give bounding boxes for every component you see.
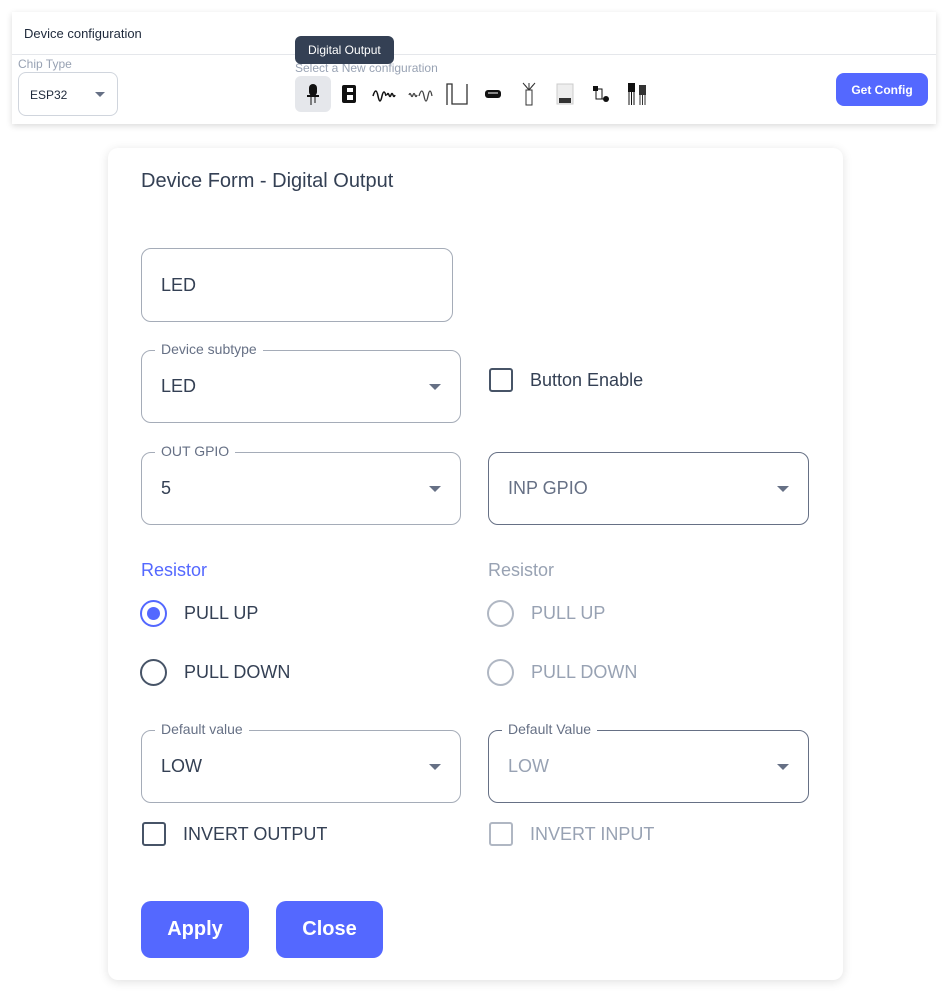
radio-label: PULL DOWN xyxy=(531,662,638,682)
chevron-down-icon xyxy=(777,763,789,770)
chevron-down-icon xyxy=(777,485,789,492)
default-value-select[interactable]: Default value LOW xyxy=(141,721,461,803)
chevron-down-icon xyxy=(429,485,441,492)
antenna-icon[interactable] xyxy=(511,76,547,112)
out-gpio-value: 5 xyxy=(161,478,172,498)
device-name-value: LED xyxy=(161,274,197,295)
radio-label: PULL UP xyxy=(531,603,606,623)
config-icons xyxy=(295,76,655,112)
relay-icon[interactable] xyxy=(331,76,367,112)
pwm-wave-icon[interactable] xyxy=(403,76,439,112)
chevron-down-icon xyxy=(429,383,441,390)
get-config-button[interactable]: Get Config xyxy=(836,73,928,106)
resistor-label-input: Resistor xyxy=(488,560,555,580)
device-subtype-label: Device subtype xyxy=(155,341,263,357)
invert-input-label: INVERT INPUT xyxy=(530,823,655,844)
invert-input-checkbox[interactable]: INVERT INPUT xyxy=(489,822,654,846)
radio-icon xyxy=(140,659,167,686)
button-enable-label: Button Enable xyxy=(530,369,644,390)
radio-label: PULL DOWN xyxy=(184,662,291,682)
out-gpio-select[interactable]: OUT GPIO 5 xyxy=(141,443,461,525)
checkbox-icon xyxy=(142,822,166,846)
radio-icon xyxy=(487,600,514,627)
radio-pull-up-input[interactable]: PULL UP xyxy=(487,600,605,627)
tooltip: Digital Output xyxy=(295,36,394,64)
radio-checked-icon xyxy=(140,600,167,627)
button-enable-checkbox[interactable]: Button Enable xyxy=(489,368,643,392)
led-icon[interactable] xyxy=(295,76,331,112)
device-subtype-value: LED xyxy=(161,376,197,396)
default-value-label-input: Default Value xyxy=(502,721,598,737)
device-name-input[interactable]: LED xyxy=(141,248,453,322)
default-value-label: Default value xyxy=(155,721,249,737)
chip-type-value: ESP32 xyxy=(30,88,68,102)
invert-output-label: INVERT OUTPUT xyxy=(183,823,328,844)
transistor-icon[interactable] xyxy=(619,76,655,112)
default-value-input-select[interactable]: Default Value LOW xyxy=(488,721,809,803)
analog-wave-icon[interactable] xyxy=(367,76,403,112)
radio-pull-down-output[interactable]: PULL DOWN xyxy=(140,659,290,686)
chevron-down-icon xyxy=(429,763,441,770)
radio-pull-down-input[interactable]: PULL DOWN xyxy=(487,659,637,686)
checkbox-icon xyxy=(489,822,513,846)
inp-gpio-select[interactable]: INP GPIO xyxy=(488,452,809,525)
default-value-input: LOW xyxy=(508,756,550,776)
checkbox-icon xyxy=(489,368,513,392)
pulse-icon[interactable] xyxy=(439,76,475,112)
chip-type-select[interactable]: ESP32 xyxy=(18,72,118,116)
chip-type-label: Chip Type xyxy=(18,57,72,71)
bus-icon[interactable] xyxy=(547,76,583,112)
circuit-icon[interactable] xyxy=(583,76,619,112)
close-button[interactable]: Close xyxy=(276,901,383,958)
divider xyxy=(12,54,936,55)
radio-icon xyxy=(487,659,514,686)
device-form: Device Form - Digital Output LED Device … xyxy=(108,148,843,980)
bar-title: Device configuration xyxy=(24,26,142,41)
form-title: Device Form - Digital Output xyxy=(141,170,394,192)
invert-output-checkbox[interactable]: INVERT OUTPUT xyxy=(142,822,327,846)
apply-button[interactable]: Apply xyxy=(141,901,249,958)
radio-label: PULL UP xyxy=(184,603,259,623)
device-config-bar: Device configuration Chip Type ESP32 Sel… xyxy=(12,12,936,124)
out-gpio-label: OUT GPIO xyxy=(155,443,236,459)
resistor-label-output: Resistor xyxy=(141,560,208,580)
connector-icon[interactable] xyxy=(475,76,511,112)
chevron-down-icon xyxy=(95,92,105,97)
default-value: LOW xyxy=(161,756,203,776)
inp-gpio-placeholder: INP GPIO xyxy=(508,478,588,498)
device-subtype-select[interactable]: Device subtype LED xyxy=(141,341,461,423)
radio-pull-up-output[interactable]: PULL UP xyxy=(140,600,258,627)
